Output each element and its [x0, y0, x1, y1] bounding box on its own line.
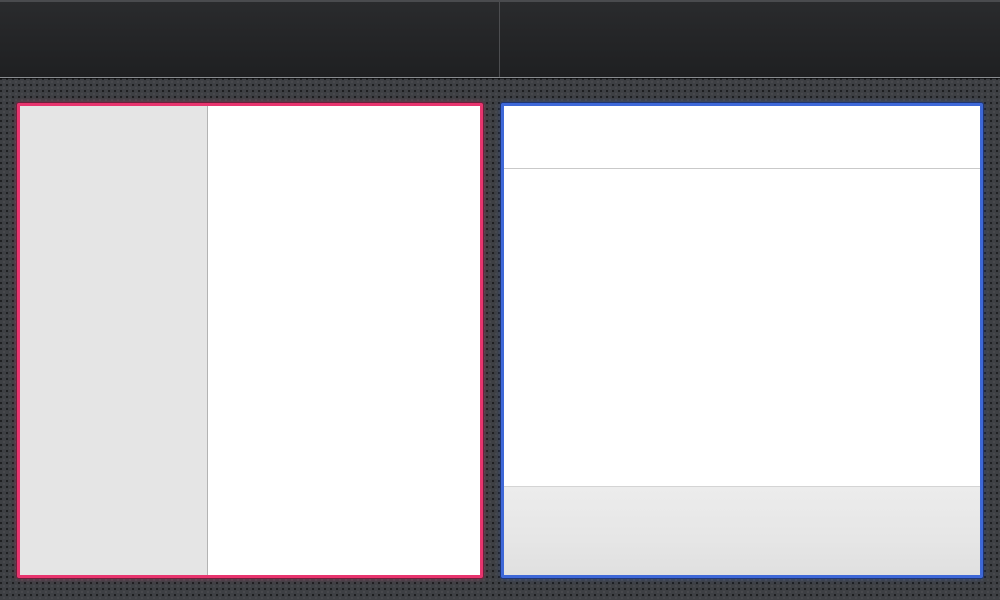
- toolbar-right-section: [500, 2, 1000, 77]
- right-panel-footer: [504, 486, 980, 575]
- left-panel-sidebar[interactable]: [20, 106, 208, 575]
- toolbar-left-section: [0, 2, 500, 77]
- right-panel-content[interactable]: [504, 169, 980, 488]
- top-toolbar: [0, 0, 1000, 78]
- left-panel-detail[interactable]: [208, 106, 480, 575]
- left-panel: [17, 103, 483, 578]
- right-panel-header: [504, 106, 980, 169]
- right-panel: [501, 103, 983, 578]
